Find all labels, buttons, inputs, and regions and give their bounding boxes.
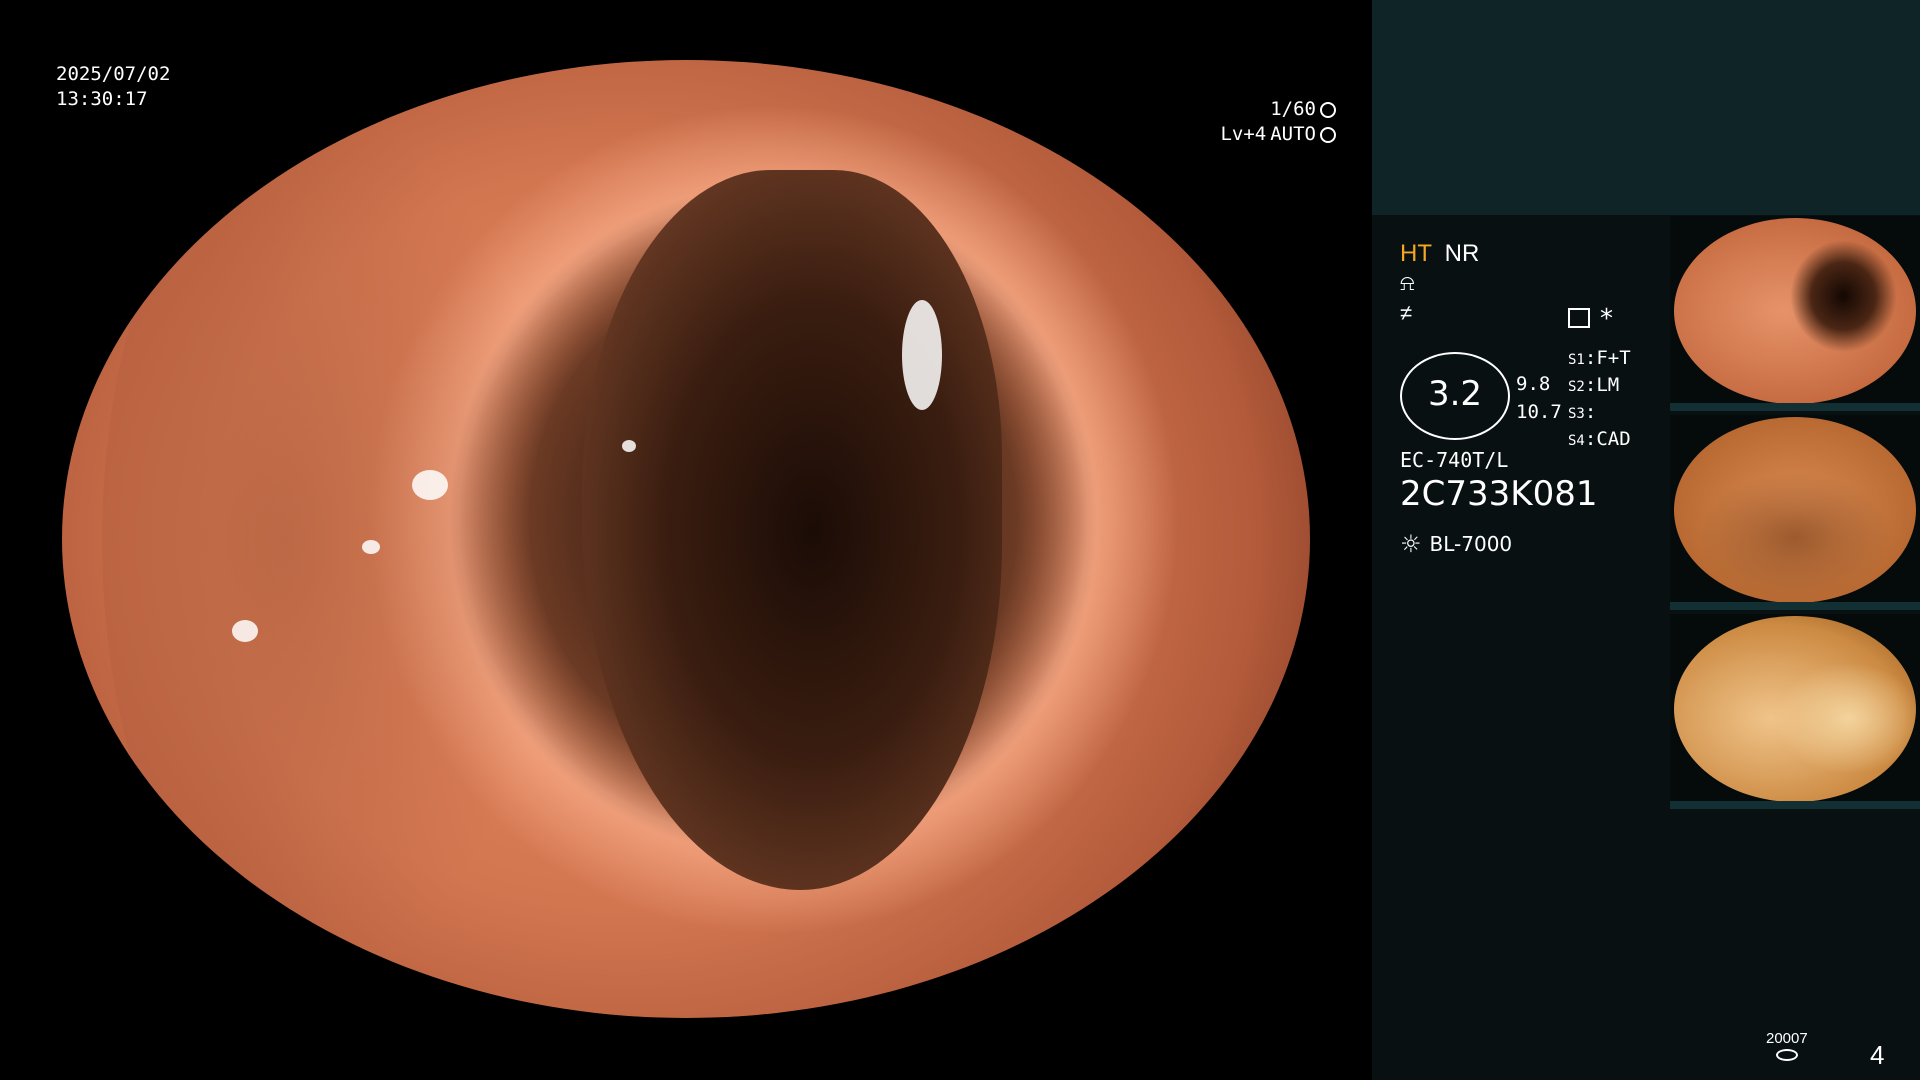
mode-row: HT NR (1400, 240, 1479, 268)
zoom-indicator: 3.2 (1400, 352, 1510, 440)
sun-icon: ☼ (1400, 530, 1422, 558)
image-mode-info: HT NR ⍾ ≠ (1400, 240, 1479, 328)
colon-lumen (582, 170, 1002, 890)
switch-s4: S4:CAD (1568, 428, 1631, 450)
panel-header-area (1372, 0, 1920, 215)
record-code: 20007 (1766, 1030, 1808, 1061)
thumbnail-image (1674, 417, 1916, 603)
specular-glare (362, 540, 380, 554)
light-source: ☼ BL-7000 (1400, 530, 1512, 558)
shutter-speed: 1/60 (1270, 98, 1316, 120)
light-source-label: BL-7000 (1429, 532, 1513, 556)
exposure-readout: 1/60 Lv+4 AUTO (1220, 97, 1336, 147)
enhancement-icon: ⍾ (1400, 270, 1415, 295)
specular-glare (232, 620, 258, 642)
specular-glare (902, 300, 942, 410)
switch-s2: S2:LM (1568, 374, 1620, 396)
endoscope-view: 2025/07/02 13:30:17 1/60 Lv+4 AUTO (0, 0, 1372, 1080)
timestamp: 2025/07/02 13:30:17 (56, 62, 170, 112)
thumbnail-bar (1670, 602, 1920, 610)
date-text: 2025/07/02 (56, 63, 171, 85)
zoom-sub-values: 9.8 10.7 (1516, 370, 1562, 426)
zoom-sub-2: 10.7 (1516, 401, 1562, 423)
scope-serial: 2C733K081 (1400, 474, 1598, 514)
thumbnail-bar (1670, 801, 1920, 809)
exposure-mode: AUTO (1270, 123, 1316, 145)
aperture-icon (1320, 101, 1336, 118)
endoscopic-image (62, 60, 1310, 1018)
mode-nr: NR (1444, 240, 1480, 267)
specular-glare (622, 440, 636, 452)
capture-thumbnails (1670, 216, 1920, 813)
record-code-text: 20007 (1766, 1030, 1808, 1047)
scope-model: EC-740T/L (1400, 448, 1509, 472)
switch-s1: S1:F+T (1568, 347, 1631, 369)
mode-ht: HT (1400, 240, 1432, 267)
thumbnail-1[interactable] (1670, 216, 1920, 411)
time-text: 13:30:17 (56, 88, 148, 110)
brightness-level: Lv+4 (1220, 123, 1267, 145)
zoom-sub-1: 9.8 (1516, 373, 1551, 395)
color-mode-icon: ≠ (1400, 300, 1413, 325)
zoom-main: 3.2 (1427, 374, 1483, 414)
specular-glare (412, 470, 448, 500)
switch-s3: S3: (1568, 401, 1597, 423)
iris-icon (1320, 126, 1336, 143)
thumbnail-2[interactable] (1670, 415, 1920, 610)
star-icon: * (1600, 304, 1613, 334)
menu-icon (1568, 308, 1590, 328)
thumbnail-image (1674, 218, 1916, 404)
mucosal-fold (102, 90, 562, 990)
thumbnail-bar (1670, 403, 1920, 411)
scope-switches: S1:F+T S2:LM S3: S4:CAD (1568, 346, 1631, 454)
thumbnail-3[interactable] (1670, 614, 1920, 809)
thumbnail-image (1674, 616, 1916, 802)
storage-icon (1775, 1049, 1798, 1061)
page-number: 4 (1870, 1040, 1885, 1070)
